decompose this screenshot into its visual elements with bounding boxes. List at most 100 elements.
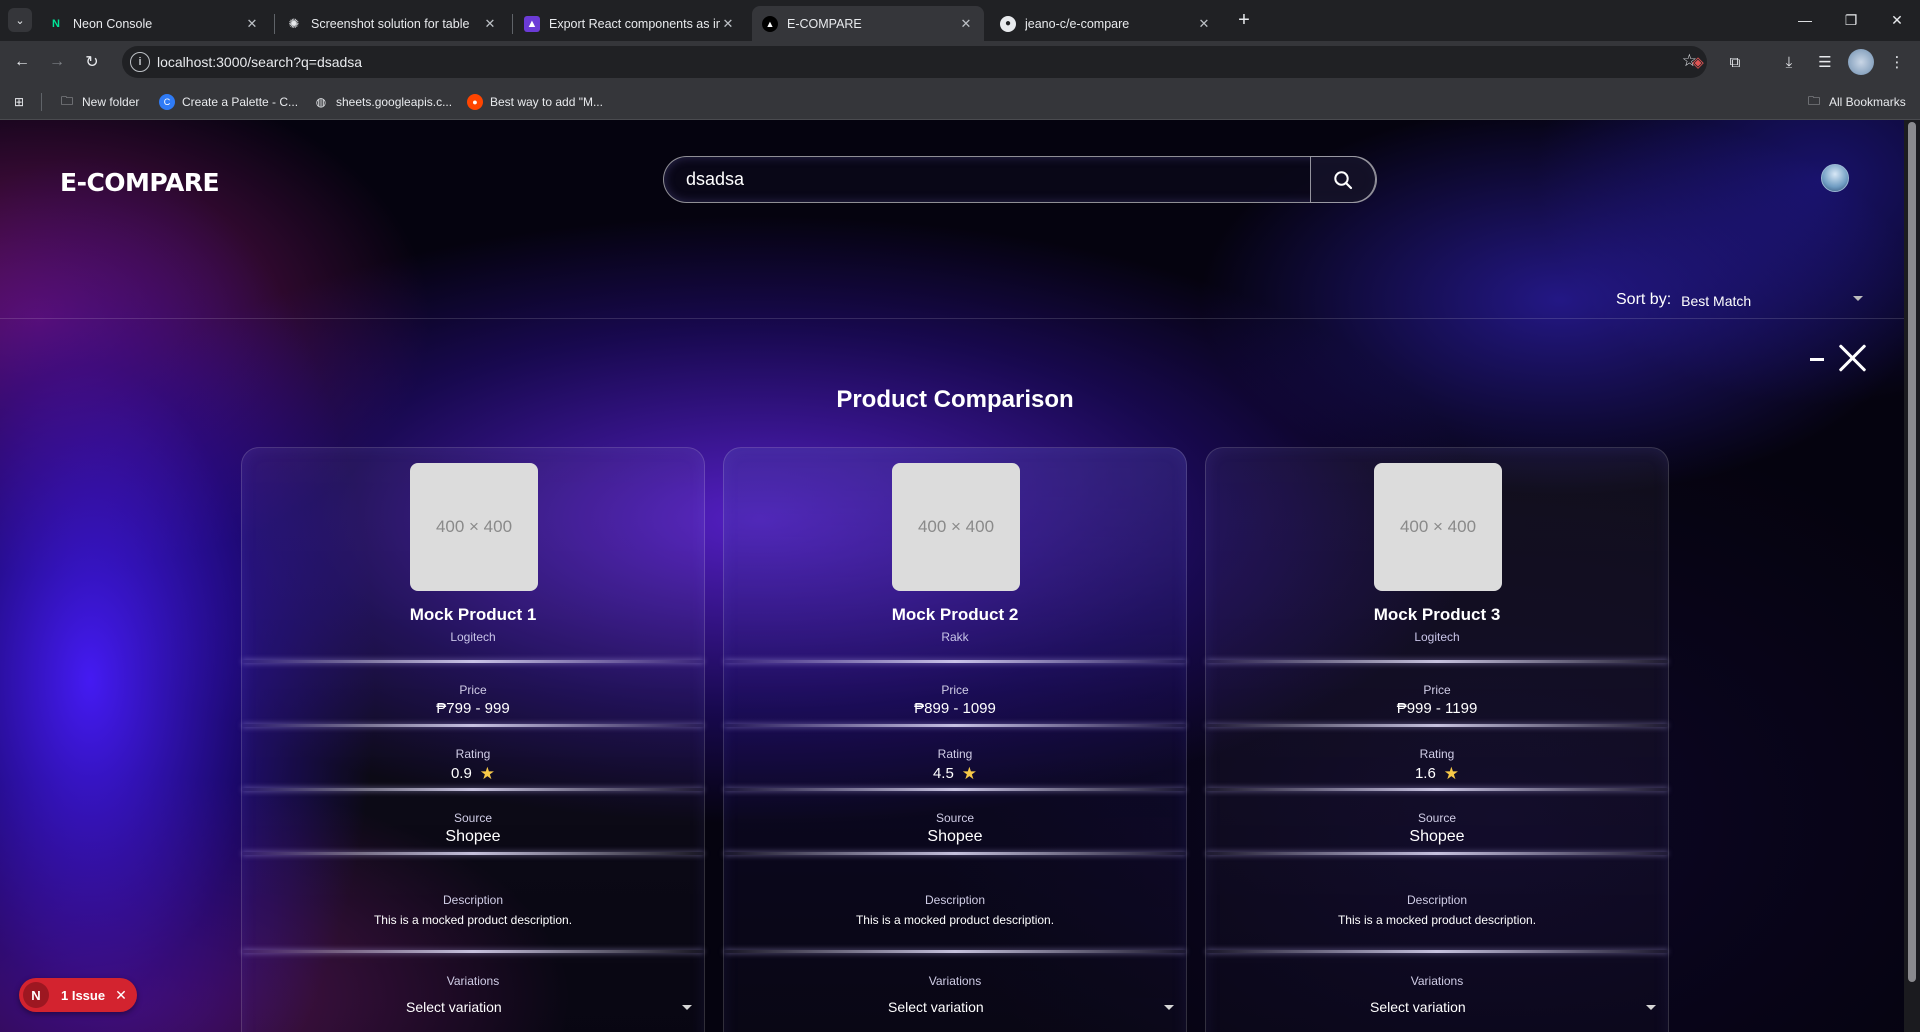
product-card: 400 × 400 Mock Product 2 Rakk Price ₱899…	[723, 447, 1187, 1032]
url-text[interactable]: localhost:3000/search?q=dsadsa	[157, 54, 362, 70]
divider	[242, 852, 704, 855]
source-value: Shopee	[445, 828, 501, 845]
divider	[1206, 724, 1668, 727]
variations-label: Variations	[928, 974, 982, 988]
source-label: Source	[453, 811, 493, 825]
close-icon[interactable]: ✕	[115, 987, 127, 1004]
downloads-icon[interactable]: ⤓	[1776, 49, 1802, 75]
tab-title: jeano-c/e-compare	[1025, 16, 1130, 31]
browser-toolbar: ← → ↻ i localhost:3000/search?q=dsadsa ☆…	[0, 41, 1920, 83]
reading-list-icon[interactable]: ☰	[1812, 49, 1838, 75]
variation-select-value: Select variation	[406, 999, 502, 1015]
search-input[interactable]	[686, 169, 1306, 190]
tab-e-compare[interactable]: ▲ E-COMPARE ✕	[752, 6, 984, 41]
variation-select[interactable]: Select variation	[242, 996, 704, 1022]
profile-avatar-icon[interactable]	[1848, 49, 1874, 75]
tab-screenshot-solution[interactable]: ✺ Screenshot solution for table ✕	[276, 6, 508, 41]
tab-title: Screenshot solution for table	[311, 16, 470, 31]
globe-icon: ◍	[315, 95, 327, 109]
extension-shield-icon[interactable]: ◈	[1685, 49, 1711, 75]
close-tab-icon[interactable]: ✕	[244, 16, 260, 32]
folder-icon: 🗀	[1807, 93, 1820, 108]
divider	[724, 950, 1186, 953]
close-tab-icon[interactable]: ✕	[1196, 16, 1212, 32]
search-button[interactable]	[1310, 156, 1376, 203]
bookmark-new-folder[interactable]: 🗀 New folder	[59, 92, 139, 112]
rating-label: Rating	[937, 747, 973, 761]
tab-title: Neon Console	[73, 16, 153, 31]
source-value: Shopee	[927, 828, 983, 845]
tab-github-repo[interactable]: ● jeano-c/e-compare ✕	[990, 6, 1222, 41]
rocket-icon: ▲	[524, 15, 540, 32]
divider	[724, 660, 1186, 663]
all-bookmarks[interactable]: 🗀 All Bookmarks	[1806, 92, 1906, 112]
product-brand: Rakk	[941, 630, 969, 644]
chevron-down-icon	[1853, 296, 1864, 301]
back-icon[interactable]: ←	[8, 48, 36, 76]
bookmark-best-way[interactable]: ● Best way to add "M...	[467, 92, 603, 112]
close-tab-icon[interactable]: ✕	[958, 16, 974, 32]
scrollbar-thumb[interactable]	[1908, 122, 1916, 982]
user-avatar[interactable]	[1821, 164, 1849, 192]
address-bar[interactable]: i localhost:3000/search?q=dsadsa ☆	[122, 46, 1707, 78]
bookmark-separator	[41, 93, 42, 111]
tab-title: E-COMPARE	[787, 16, 862, 31]
close-panel-icon[interactable]	[1837, 343, 1867, 373]
tab-search-chevron-icon[interactable]: ⌄	[8, 8, 32, 32]
apps-grid-icon[interactable]: ⊞	[11, 92, 34, 112]
divider	[1206, 852, 1668, 855]
site-info-icon[interactable]: i	[130, 52, 150, 72]
variation-select[interactable]: Select variation	[1206, 996, 1668, 1022]
product-name: Mock Product 1	[409, 605, 537, 624]
issues-count: 1 Issue	[61, 987, 106, 1003]
menu-kebab-icon[interactable]: ⋮	[1884, 49, 1910, 75]
new-tab-icon[interactable]: +	[1232, 9, 1256, 33]
sort-label: Sort by:	[1616, 291, 1672, 308]
forward-icon[interactable]: →	[43, 48, 71, 76]
minimize-panel-icon[interactable]	[1810, 358, 1824, 361]
triangle-logo-icon: ▲	[762, 15, 778, 32]
product-card: 400 × 400 Mock Product 3 Logitech Price …	[1205, 447, 1669, 1032]
rating-number: 0.9	[450, 765, 472, 782]
bookmark-create-palette[interactable]: C Create a Palette - C...	[159, 92, 298, 112]
restore-window-icon[interactable]: ❐	[1828, 0, 1874, 40]
divider	[1206, 660, 1668, 663]
divider	[1206, 788, 1668, 791]
page-scrollbar[interactable]	[1904, 120, 1920, 1032]
extensions-puzzle-icon[interactable]: ⧉	[1722, 49, 1748, 75]
divider	[1206, 950, 1668, 953]
product-brand: Logitech	[450, 630, 496, 644]
folder-icon: 🗀	[60, 93, 73, 108]
close-window-icon[interactable]: ✕	[1874, 0, 1920, 40]
sort-control: Sort by: Best Match	[1616, 288, 1864, 312]
bookmark-label: Best way to add "M...	[490, 95, 603, 109]
comparison-panel: Product Comparison 400 × 400 Mock Produc…	[0, 318, 1904, 1032]
reload-icon[interactable]: ↻	[78, 48, 106, 76]
description-value: This is a mocked product description.	[1337, 913, 1537, 927]
source-label: Source	[1417, 811, 1457, 825]
dev-issues-badge[interactable]: N 1 Issue ✕	[19, 978, 137, 1012]
sort-value: Best Match	[1681, 293, 1752, 309]
coolors-icon: C	[159, 94, 175, 110]
close-tab-icon[interactable]: ✕	[482, 16, 498, 32]
rating-number: 4.5	[932, 765, 954, 782]
close-tab-icon[interactable]: ✕	[720, 16, 736, 32]
product-name: Mock Product 2	[891, 605, 1019, 624]
tab-export-react[interactable]: ▲ Export React components as im ✕	[514, 6, 746, 41]
product-image: 400 × 400	[892, 463, 1020, 591]
chatgpt-icon: ✺	[288, 15, 300, 31]
price-label: Price	[1423, 683, 1451, 697]
minimize-window-icon[interactable]: —	[1782, 0, 1828, 40]
github-icon: ●	[1000, 15, 1016, 32]
page-viewport: E-COMPARE Sort by: Best Match Product Co…	[0, 120, 1920, 1032]
price-value: ₱799 - 999	[436, 700, 510, 717]
bookmark-sheets-api[interactable]: ◍ sheets.googleapis.c...	[313, 92, 452, 112]
tab-neon-console[interactable]: N Neon Console ✕	[38, 6, 270, 41]
variation-select[interactable]: Select variation	[724, 996, 1186, 1022]
bookmark-label: sheets.googleapis.c...	[336, 95, 453, 109]
divider	[724, 852, 1186, 855]
tab-separator	[512, 14, 513, 34]
divider	[724, 724, 1186, 727]
sort-select[interactable]: Best Match	[1681, 288, 1864, 312]
site-logo[interactable]: E-COMPARE	[60, 168, 220, 197]
